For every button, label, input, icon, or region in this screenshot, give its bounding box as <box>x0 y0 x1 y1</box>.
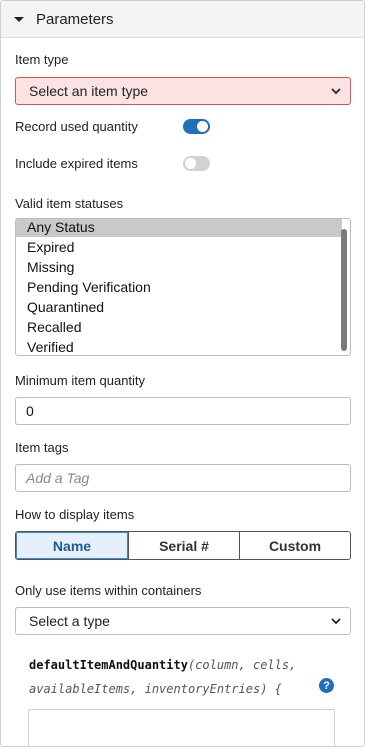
status-option-recalled[interactable]: Recalled <box>16 317 342 337</box>
include-expired-toggle[interactable] <box>183 156 210 171</box>
function-signature-line1: defaultItemAndQuantity(column, cells, <box>29 658 296 672</box>
include-expired-label: Include expired items <box>15 156 138 171</box>
containers-label: Only use items within containers <box>15 583 202 598</box>
record-used-quantity-toggle[interactable] <box>183 119 210 134</box>
display-items-segmented-control: Name Serial # Custom <box>15 531 351 560</box>
valid-statuses-listbox[interactable]: Any Status Expired Missing Pending Verif… <box>15 218 351 356</box>
status-option-verified[interactable]: Verified <box>16 337 342 355</box>
item-type-select[interactable]: Select an item type <box>15 77 351 105</box>
function-params-1: (column, cells, <box>187 658 297 672</box>
item-tags-label: Item tags <box>15 440 69 455</box>
status-option-quarantined[interactable]: Quarantined <box>16 297 342 317</box>
item-type-label: Item type <box>15 52 69 67</box>
item-tags-input[interactable]: Add a Tag <box>15 464 351 492</box>
function-signature-line2: availableItems, inventoryEntries) { <box>29 682 282 696</box>
containers-value: Select a type <box>29 613 110 629</box>
parameters-header[interactable]: Parameters <box>1 1 364 38</box>
containers-select[interactable]: Select a type <box>15 607 351 635</box>
display-option-serial[interactable]: Serial # <box>128 532 239 559</box>
parameters-title: Parameters <box>36 10 114 28</box>
record-used-quantity-label: Record used quantity <box>15 119 138 134</box>
display-option-name[interactable]: Name <box>16 532 128 559</box>
listbox-scrollbar[interactable] <box>341 229 347 351</box>
min-quantity-input[interactable]: 0 <box>15 397 351 425</box>
chevron-down-icon <box>331 88 341 95</box>
function-name: defaultItemAndQuantity <box>29 658 188 672</box>
toggle-knob <box>197 121 208 132</box>
caret-down-icon[interactable] <box>14 16 24 22</box>
status-option-missing[interactable]: Missing <box>16 257 342 277</box>
parameters-panel: Parameters Item type Select an item type… <box>0 0 365 747</box>
min-quantity-label: Minimum item quantity <box>15 373 146 388</box>
function-params-2: availableItems, inventoryEntries) { <box>29 682 282 696</box>
valid-statuses-label: Valid item statuses <box>15 196 124 211</box>
display-option-custom[interactable]: Custom <box>239 532 350 559</box>
status-option-any[interactable]: Any Status <box>16 219 342 237</box>
status-option-pending-verification[interactable]: Pending Verification <box>16 277 342 297</box>
item-type-value: Select an item type <box>29 83 149 99</box>
chevron-down-icon <box>331 618 341 625</box>
code-editor[interactable] <box>28 709 335 746</box>
toggle-knob <box>185 158 196 169</box>
help-icon[interactable]: ? <box>319 678 334 693</box>
status-option-expired[interactable]: Expired <box>16 237 342 257</box>
display-items-label: How to display items <box>15 507 135 522</box>
